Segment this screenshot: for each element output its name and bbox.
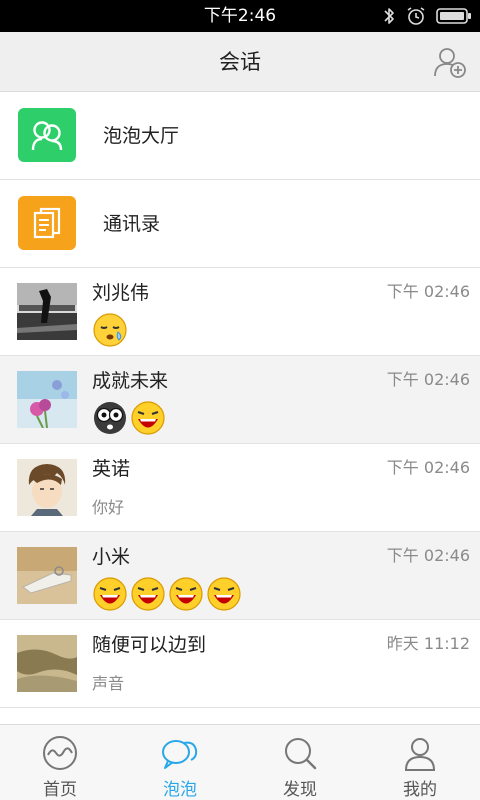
group-chat-icon bbox=[18, 108, 76, 162]
profile-icon bbox=[404, 738, 436, 771]
entry-label: 通讯录 bbox=[103, 213, 161, 235]
laughing-face-emoji bbox=[93, 577, 127, 611]
tab-label: 我的 bbox=[403, 780, 437, 800]
conversation-name: 小米 bbox=[92, 546, 131, 568]
laughing-face-emoji bbox=[131, 577, 165, 611]
page-title: 会话 bbox=[219, 50, 261, 74]
tab-bubbles[interactable]: 泡泡 bbox=[120, 725, 240, 800]
conversation-name: 英诺 bbox=[92, 458, 131, 480]
message-preview bbox=[92, 576, 242, 612]
conversation-row[interactable]: 小米 下午 02:46 bbox=[0, 532, 480, 620]
avatar bbox=[17, 547, 77, 604]
conversation-name: 刘兆伟 bbox=[92, 282, 150, 304]
entry-bubble-hall[interactable]: 泡泡大厅 bbox=[0, 92, 480, 180]
tab-label: 泡泡 bbox=[163, 780, 197, 800]
tab-discover[interactable]: 发现 bbox=[240, 725, 360, 800]
avatar bbox=[17, 635, 77, 692]
avatar bbox=[17, 459, 77, 516]
message-preview bbox=[92, 312, 128, 348]
conversation-time: 下午 02:46 bbox=[386, 370, 470, 389]
entry-contacts[interactable]: 通讯录 bbox=[0, 180, 480, 268]
alarm-icon bbox=[407, 7, 425, 25]
sleepy-face-emoji bbox=[93, 313, 127, 347]
conversation-time: 下午 02:46 bbox=[386, 546, 470, 565]
search-icon bbox=[285, 738, 317, 770]
message-preview: 声音 bbox=[92, 664, 124, 700]
entry-label: 泡泡大厅 bbox=[103, 125, 180, 147]
conversation-time: 下午 02:46 bbox=[386, 282, 470, 301]
conversation-row[interactable]: 英诺 下午 02:46 你好 bbox=[0, 444, 480, 532]
avatar bbox=[17, 371, 77, 428]
laughing-face-emoji bbox=[169, 577, 203, 611]
laughing-face-emoji bbox=[131, 401, 165, 435]
tab-label: 发现 bbox=[283, 780, 317, 800]
conversation-row[interactable]: 成就未来 下午 02:46 bbox=[0, 356, 480, 444]
goggle-eyes-emoji bbox=[94, 402, 126, 434]
laughing-face-emoji bbox=[207, 577, 241, 611]
message-preview: 你好 bbox=[92, 488, 124, 524]
preview-text: 声音 bbox=[92, 674, 125, 693]
tab-profile[interactable]: 我的 bbox=[360, 725, 480, 800]
status-icons bbox=[382, 0, 472, 32]
conversation-name: 成就未来 bbox=[92, 370, 169, 392]
bottom-nav: 首页 泡泡 发现 我的 bbox=[0, 724, 480, 800]
preview-text: 你好 bbox=[92, 498, 125, 517]
conversation-time: 下午 02:46 bbox=[386, 458, 470, 477]
tab-label: 首页 bbox=[43, 780, 77, 800]
message-preview bbox=[92, 400, 166, 436]
conversation-row[interactable]: 刘兆伟 下午 02:46 bbox=[0, 268, 480, 356]
app-header: 会话 bbox=[0, 32, 480, 92]
bluetooth-icon bbox=[384, 8, 394, 24]
conversation-name: 随便可以边到 bbox=[92, 634, 207, 656]
avatar bbox=[17, 283, 77, 340]
home-wave-icon bbox=[43, 736, 77, 770]
chat-bubbles-icon bbox=[162, 740, 198, 769]
contacts-book-icon bbox=[18, 196, 76, 250]
conversation-time: 昨天 11:12 bbox=[386, 634, 470, 653]
tab-home[interactable]: 首页 bbox=[0, 725, 120, 800]
conversation-row[interactable]: 随便可以边到 昨天 11:12 声音 bbox=[0, 620, 480, 708]
battery-icon bbox=[436, 8, 471, 24]
add-contact-icon[interactable] bbox=[432, 44, 468, 80]
status-bar: 下午2:46 bbox=[0, 0, 480, 32]
